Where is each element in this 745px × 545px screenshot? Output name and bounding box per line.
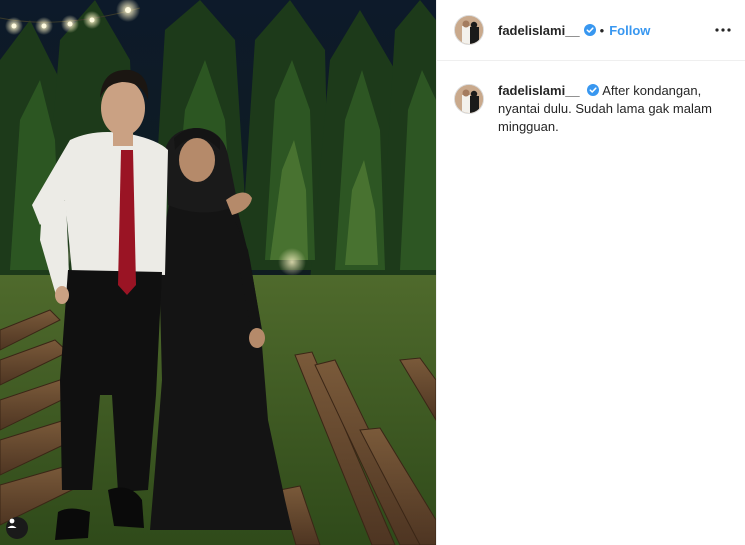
caption-avatar[interactable]	[454, 84, 484, 114]
follow-button[interactable]: Follow	[609, 23, 650, 38]
verified-badge-icon	[587, 84, 600, 96]
author-username[interactable]: fadelislami__	[498, 23, 580, 38]
more-options-icon[interactable]	[713, 20, 733, 40]
user-tag-button[interactable]	[6, 517, 28, 539]
verified-badge-icon	[583, 24, 596, 36]
caption-comment: fadelislami__ After kondangan, nyantai d…	[437, 61, 745, 136]
post-side-panel: fadelislami__ • Follow fadelislami__ Aft…	[436, 0, 745, 545]
avatar-image	[455, 16, 483, 44]
caption-body: fadelislami__ After kondangan, nyantai d…	[498, 82, 718, 136]
avatar-image	[455, 85, 483, 113]
caption-username[interactable]: fadelislami__	[498, 83, 580, 98]
photo-illustration	[0, 0, 436, 545]
author-avatar[interactable]	[454, 15, 484, 45]
post-header: fadelislami__ • Follow	[437, 0, 745, 61]
post-photo[interactable]	[0, 0, 436, 545]
separator-dot: •	[599, 22, 605, 38]
user-tag-icon	[7, 518, 17, 528]
instagram-post: fadelislami__ • Follow fadelislami__ Aft…	[0, 0, 745, 545]
